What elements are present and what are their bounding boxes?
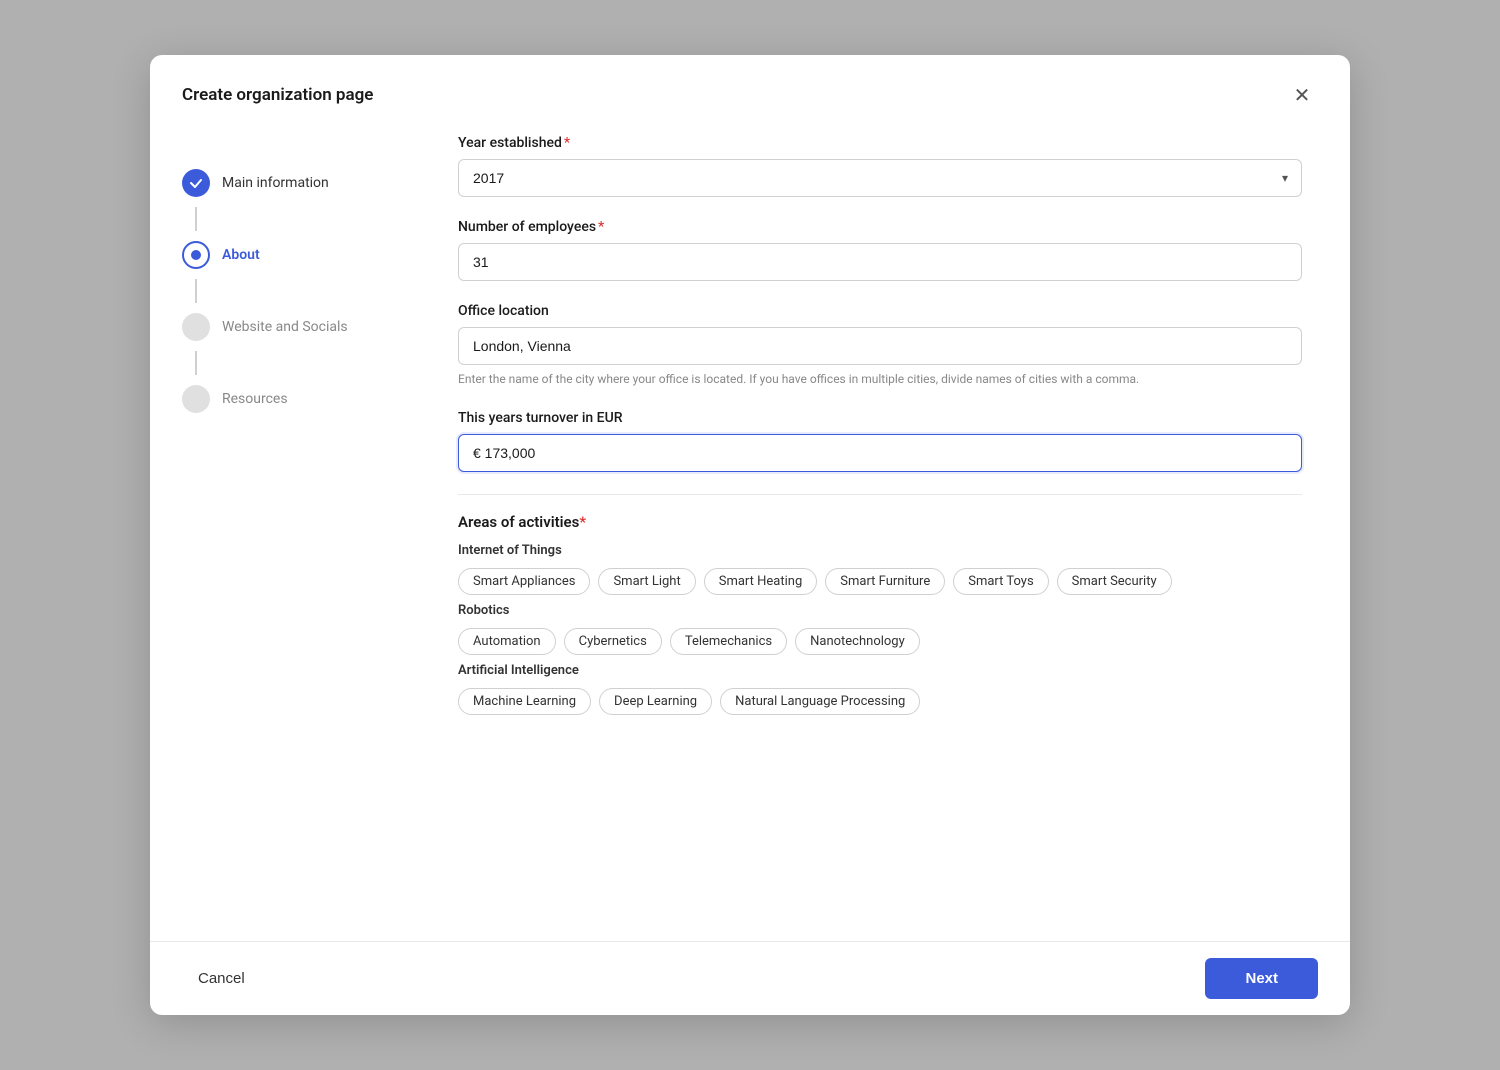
- year-established-label: Year established*: [458, 135, 1302, 151]
- num-employees-group: Number of employees*: [458, 219, 1302, 281]
- tag-smart-security[interactable]: Smart Security: [1057, 568, 1172, 595]
- step-label-website-and-socials: Website and Socials: [222, 319, 348, 335]
- sidebar: Main information About Website and Socia…: [150, 127, 410, 941]
- modal: Create organization page ✕ Main informat…: [150, 55, 1350, 1015]
- tag-smart-light[interactable]: Smart Light: [598, 568, 695, 595]
- tag-smart-toys[interactable]: Smart Toys: [953, 568, 1048, 595]
- step-label-about: About: [222, 247, 260, 263]
- tag-smart-appliances[interactable]: Smart Appliances: [458, 568, 590, 595]
- areas-of-activities-group: Areas of activities* Internet of Things …: [458, 513, 1302, 715]
- step-about[interactable]: About: [182, 231, 378, 279]
- turnover-input[interactable]: [458, 434, 1302, 472]
- year-established-group: Year established* 2017 2018 2019 2020 20…: [458, 135, 1302, 197]
- step-label-main-information: Main information: [222, 175, 329, 191]
- areas-title: Areas of activities*: [458, 513, 1302, 531]
- modal-title: Create organization page: [182, 85, 373, 105]
- form-area: Year established* 2017 2018 2019 2020 20…: [410, 127, 1350, 941]
- office-location-group: Office location Enter the name of the ci…: [458, 303, 1302, 388]
- modal-overlay: Create organization page ✕ Main informat…: [0, 0, 1500, 1070]
- cancel-button[interactable]: Cancel: [182, 960, 261, 997]
- year-established-select-wrapper: 2017 2018 2019 2020 2021 ▾: [458, 159, 1302, 197]
- iot-tags-row: Smart Appliances Smart Light Smart Heati…: [458, 568, 1302, 595]
- num-employees-required: *: [598, 219, 604, 235]
- step-icon-resources: [182, 385, 210, 413]
- next-button[interactable]: Next: [1205, 958, 1318, 999]
- turnover-group: This years turnover in EUR: [458, 410, 1302, 472]
- ai-section-title: Artificial Intelligence: [458, 663, 1302, 678]
- iot-section-title: Internet of Things: [458, 543, 1302, 558]
- office-location-input[interactable]: [458, 327, 1302, 365]
- step-connector-1: [195, 207, 197, 231]
- step-icon-main-information: [182, 169, 210, 197]
- tag-nanotechnology[interactable]: Nanotechnology: [795, 628, 920, 655]
- step-main-information[interactable]: Main information: [182, 159, 378, 207]
- tag-smart-heating[interactable]: Smart Heating: [704, 568, 818, 595]
- close-icon: ✕: [1294, 83, 1311, 108]
- num-employees-input[interactable]: [458, 243, 1302, 281]
- step-website-and-socials[interactable]: Website and Socials: [182, 303, 378, 351]
- step-icon-website-and-socials: [182, 313, 210, 341]
- step-dot-about: [191, 250, 201, 260]
- divider: [458, 494, 1302, 495]
- year-established-required: *: [564, 135, 570, 151]
- ai-tags-row: Machine Learning Deep Learning Natural L…: [458, 688, 1302, 715]
- robotics-section-title: Robotics: [458, 603, 1302, 618]
- tag-nlp[interactable]: Natural Language Processing: [720, 688, 920, 715]
- step-resources[interactable]: Resources: [182, 375, 378, 423]
- step-connector-2: [195, 279, 197, 303]
- num-employees-label: Number of employees*: [458, 219, 1302, 235]
- tag-deep-learning[interactable]: Deep Learning: [599, 688, 712, 715]
- step-connector-3: [195, 351, 197, 375]
- tag-telemechanics[interactable]: Telemechanics: [670, 628, 787, 655]
- modal-footer: Cancel Next: [150, 941, 1350, 1015]
- modal-body: Main information About Website and Socia…: [150, 127, 1350, 941]
- turnover-label: This years turnover in EUR: [458, 410, 1302, 426]
- tag-machine-learning[interactable]: Machine Learning: [458, 688, 591, 715]
- year-established-select[interactable]: 2017 2018 2019 2020 2021: [458, 159, 1302, 197]
- tag-smart-furniture[interactable]: Smart Furniture: [825, 568, 945, 595]
- robotics-tags-row: Automation Cybernetics Telemechanics Nan…: [458, 628, 1302, 655]
- office-location-hint: Enter the name of the city where your of…: [458, 370, 1302, 388]
- tag-automation[interactable]: Automation: [458, 628, 556, 655]
- tag-cybernetics[interactable]: Cybernetics: [564, 628, 662, 655]
- step-icon-about: [182, 241, 210, 269]
- modal-header: Create organization page ✕: [150, 55, 1350, 127]
- step-label-resources: Resources: [222, 391, 288, 407]
- close-button[interactable]: ✕: [1286, 79, 1318, 111]
- office-location-label: Office location: [458, 303, 1302, 319]
